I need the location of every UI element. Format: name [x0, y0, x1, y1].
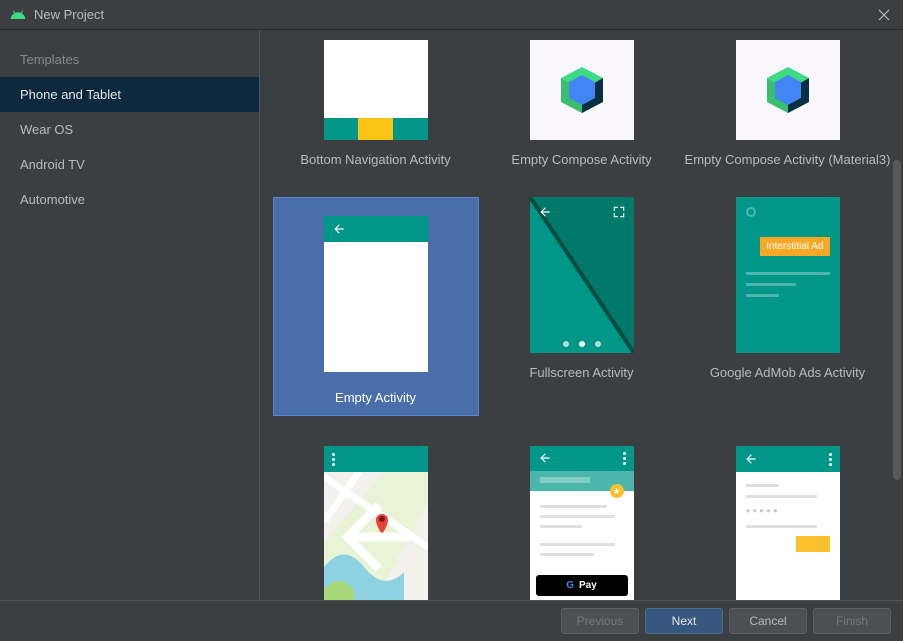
thumbnail: ★ GPay — [530, 446, 634, 600]
template-google-maps[interactable]: Google Maps Activity — [273, 446, 479, 600]
thumbnail — [324, 40, 428, 140]
template-empty-compose-m3[interactable]: Empty Compose Activity (Material3) — [685, 40, 891, 167]
template-label: Fullscreen Activity — [529, 365, 633, 380]
template-label: Google AdMob Ads Activity — [710, 365, 865, 380]
template-google-pay[interactable]: ★ GPay Google Pa — [479, 446, 685, 600]
template-grid: Bottom Navigation Activity Empty Com — [260, 30, 903, 600]
overflow-menu-icon — [623, 452, 626, 465]
thumbnail: Interstitial Ad — [736, 197, 840, 353]
pager-dots — [530, 341, 634, 347]
template-empty-activity[interactable]: Empty Activity — [273, 197, 479, 416]
compose-cube-icon — [765, 65, 811, 115]
scrollbar[interactable] — [893, 160, 901, 480]
ad-badge: Interstitial Ad — [760, 237, 829, 256]
sidebar-item-phone-tablet[interactable]: Phone and Tablet — [0, 77, 259, 112]
template-empty-compose[interactable]: Empty Compose Activity — [479, 40, 685, 167]
sidebar-item-automotive[interactable]: Automotive — [0, 182, 259, 217]
template-admob[interactable]: Interstitial Ad Google AdMob Ads Activit… — [685, 197, 891, 416]
template-login[interactable]: ●●●●● Login Activity — [685, 446, 891, 600]
back-arrow-icon — [324, 472, 428, 600]
thumbnail — [530, 197, 634, 353]
sidebar-item-wear-os[interactable]: Wear OS — [0, 112, 259, 147]
thumbnail — [324, 446, 428, 600]
main-area: Templates Phone and Tablet Wear OS Andro… — [0, 30, 903, 600]
previous-button[interactable]: Previous — [561, 608, 639, 634]
template-label: Bottom Navigation Activity — [300, 152, 450, 167]
star-icon: ★ — [610, 484, 624, 498]
overflow-menu-icon — [332, 453, 335, 466]
overflow-menu-icon — [829, 453, 832, 466]
gpay-button: GPay — [536, 575, 628, 596]
sidebar-item-android-tv[interactable]: Android TV — [0, 147, 259, 182]
finish-button[interactable]: Finish — [813, 608, 891, 634]
thumbnail — [736, 40, 840, 140]
back-arrow-icon — [744, 452, 758, 466]
thumbnail: ●●●●● — [736, 446, 840, 600]
sidebar-heading: Templates — [0, 42, 259, 77]
fullscreen-icon — [612, 205, 626, 219]
footer: Previous Next Cancel Finish — [0, 600, 903, 641]
thumbnail — [530, 40, 634, 140]
thumbnail — [324, 216, 428, 372]
close-icon[interactable] — [875, 6, 893, 24]
back-arrow-icon — [538, 205, 552, 219]
template-label: Empty Activity — [335, 390, 416, 405]
cancel-button[interactable]: Cancel — [729, 608, 807, 634]
back-arrow-icon — [538, 451, 552, 465]
titlebar: New Project — [0, 0, 903, 30]
template-label: Empty Compose Activity (Material3) — [685, 152, 891, 167]
template-grid-container: Bottom Navigation Activity Empty Com — [260, 30, 903, 600]
next-button[interactable]: Next — [645, 608, 723, 634]
compose-cube-icon — [559, 65, 605, 115]
android-studio-icon — [10, 7, 26, 23]
back-arrow-icon — [332, 222, 346, 236]
window-title: New Project — [34, 7, 875, 22]
sidebar: Templates Phone and Tablet Wear OS Andro… — [0, 30, 260, 600]
template-bottom-navigation[interactable]: Bottom Navigation Activity — [273, 40, 479, 167]
template-label: Empty Compose Activity — [511, 152, 651, 167]
template-fullscreen[interactable]: Fullscreen Activity — [479, 197, 685, 416]
